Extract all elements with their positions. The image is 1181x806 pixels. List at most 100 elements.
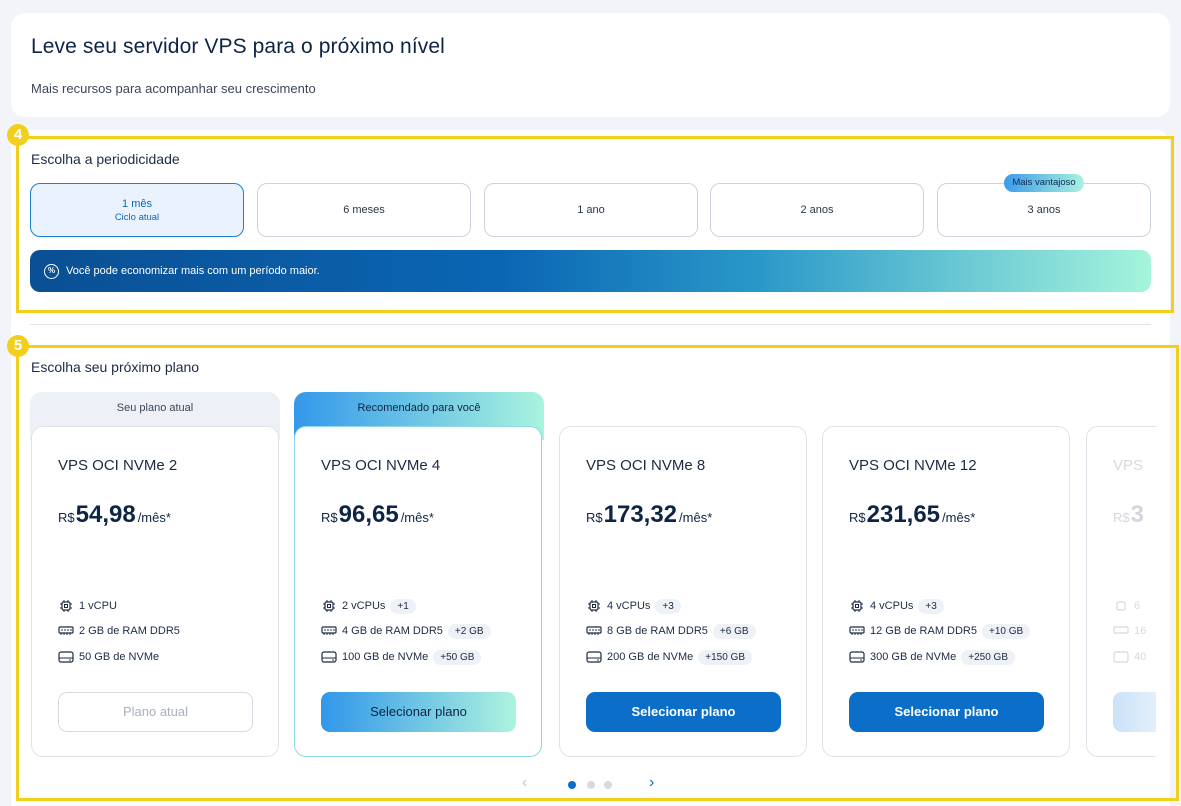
spec-cpu: 6	[1113, 596, 1140, 616]
header-card: Leve seu servidor VPS para o próximo nív…	[11, 13, 1170, 117]
spec-disk: 40	[1113, 647, 1146, 667]
price-value: 3	[1130, 501, 1144, 528]
disk-icon	[849, 650, 865, 664]
annotation-badge-4: 4	[7, 124, 29, 146]
spec-disk-value: 300 GB	[870, 651, 908, 663]
price-currency: R$	[58, 510, 75, 525]
select-plan-button-partial[interactable]	[1113, 692, 1156, 732]
spec-ram-upgrade: +2 GB	[447, 623, 491, 639]
annotation-badge-5: 5	[7, 335, 29, 357]
spec-cpu-text: 2 vCPUs	[342, 600, 386, 612]
plan-card-next: VPS R$ 3 6 16 40	[1086, 426, 1156, 757]
price-value: 173,32	[603, 501, 678, 528]
spec-cpu: 2 vCPUs +1	[321, 596, 416, 616]
plan-name: VPS OCI NVMe 12	[849, 457, 977, 474]
spec-ram-upgrade: +10 GB	[982, 623, 1031, 639]
price-value: 96,65	[338, 501, 399, 528]
spec-disk: 300 GB de NVMe +250 GB	[849, 647, 1015, 667]
spec-cpu: 4 vCPUs +3	[586, 596, 681, 616]
price-period: /mês*	[942, 510, 976, 525]
price-currency: R$	[849, 510, 866, 525]
cpu-icon	[586, 599, 602, 613]
select-plan-button[interactable]: Selecionar plano	[849, 692, 1044, 732]
pager-dot-3[interactable]	[604, 781, 612, 789]
spec-disk-value: 50 GB	[79, 651, 111, 663]
select-plan-button[interactable]: Selecionar plano	[321, 692, 516, 732]
chevron-right-icon[interactable]: ›	[649, 774, 654, 792]
period-option-2-anos[interactable]: 2 anos	[710, 183, 924, 237]
spec-disk: 200 GB de NVMe +150 GB	[586, 647, 752, 667]
ram-icon	[1113, 624, 1129, 638]
price-period: /mês*	[137, 510, 171, 525]
spec-ram: 8 GB de RAM DDR5 +6 GB	[586, 621, 756, 641]
plan-name: VPS OCI NVMe 8	[586, 457, 706, 474]
pager-dot-2[interactable]	[587, 781, 595, 789]
percent-icon: %	[44, 263, 59, 279]
spec-disk-upgrade: +250 GB	[961, 649, 1015, 665]
spec-cpu-text: 1 vCPU	[79, 600, 117, 612]
spec-cpu: 4 vCPUs +3	[849, 596, 944, 616]
plan-price: R$ 231,65 /mês*	[849, 501, 975, 529]
cpu-icon	[58, 599, 74, 613]
spec-ram: 16	[1113, 621, 1146, 641]
period-option-label: 3 anos	[1027, 204, 1061, 216]
spec-disk-value: 40	[1134, 651, 1147, 663]
select-plan-button[interactable]: Selecionar plano	[586, 692, 781, 732]
price-value: 231,65	[866, 501, 941, 528]
spec-disk-upgrade: +50 GB	[433, 649, 482, 665]
spec-ram-text: de RAM DDR5	[635, 625, 708, 637]
spec-ram-text: de RAM DDR5	[107, 625, 180, 637]
plan-card-nvme-2: VPS OCI NVMe 2 R$ 54,98 /mês* 1 vCPU 2 G…	[31, 426, 279, 757]
spec-disk-text: de NVMe	[647, 651, 694, 663]
plan-name: VPS OCI NVMe 4	[321, 457, 441, 474]
cpu-icon	[849, 599, 865, 613]
best-value-tag: Mais vantajoso	[1004, 174, 1084, 192]
spec-ram-value: 16	[1134, 625, 1147, 637]
disk-icon	[1113, 650, 1129, 664]
spec-ram-value: 8 GB	[607, 625, 633, 637]
spec-ram: 2 GB de RAM DDR5	[58, 621, 180, 641]
disk-icon	[58, 650, 74, 664]
spec-ram-value: 4 GB	[342, 625, 368, 637]
page-title: Leve seu servidor VPS para o próximo nív…	[31, 35, 445, 58]
spec-disk-text: de NVMe	[910, 651, 957, 663]
divider	[30, 324, 1151, 325]
spec-cpu-text: 4 vCPUs	[607, 600, 651, 612]
chevron-left-icon[interactable]: ‹	[522, 774, 527, 792]
price-period: /mês*	[679, 510, 713, 525]
savings-banner: % Você pode economizar mais com um perío…	[30, 250, 1151, 292]
plan-card-nvme-12: VPS OCI NVMe 12 R$ 231,65 /mês* 4 vCPUs …	[822, 426, 1070, 757]
plan-price: R$ 96,65 /mês*	[321, 501, 434, 529]
carousel-pager: ‹ ›	[520, 774, 660, 794]
spec-ram-text: de RAM DDR5	[370, 625, 443, 637]
spec-ram: 12 GB de RAM DDR5 +10 GB	[849, 621, 1031, 641]
ram-icon	[849, 624, 865, 638]
period-option-label: 1 ano	[577, 204, 605, 216]
period-option-label: 6 meses	[343, 204, 385, 216]
plan-name: VPS OCI NVMe 2	[58, 457, 178, 474]
spec-cpu-upgrade: +1	[390, 598, 416, 614]
savings-banner-text: Você pode economizar mais com um período…	[66, 265, 320, 277]
page-subtitle: Mais recursos para acompanhar seu cresci…	[31, 81, 316, 96]
spec-ram-upgrade: +6 GB	[712, 623, 756, 639]
price-currency: R$	[321, 510, 338, 525]
spec-ram-value: 12 GB	[870, 625, 902, 637]
plan-price: R$ 3	[1113, 501, 1144, 529]
period-option-6-meses[interactable]: 6 meses	[257, 183, 471, 237]
plan-section-label: Escolha seu próximo plano	[31, 359, 200, 375]
pager-dot-1[interactable]	[568, 781, 576, 789]
period-option-1-mes[interactable]: 1 mês Ciclo atual	[30, 183, 244, 237]
price-period: /mês*	[400, 510, 434, 525]
price-value: 54,98	[75, 501, 136, 528]
disk-icon	[321, 650, 337, 664]
spec-ram: 4 GB de RAM DDR5 +2 GB	[321, 621, 491, 641]
spec-disk: 100 GB de NVMe +50 GB	[321, 647, 482, 667]
current-plan-button: Plano atual	[58, 692, 253, 732]
period-option-label: 2 anos	[800, 204, 834, 216]
spec-cpu-upgrade: +3	[655, 598, 681, 614]
spec-disk-value: 200 GB	[607, 651, 645, 663]
spec-disk-value: 100 GB	[342, 651, 380, 663]
plan-card-nvme-4: VPS OCI NVMe 4 R$ 96,65 /mês* 2 vCPUs +1…	[294, 426, 542, 757]
ram-icon	[321, 624, 337, 638]
period-option-1-ano[interactable]: 1 ano	[484, 183, 698, 237]
